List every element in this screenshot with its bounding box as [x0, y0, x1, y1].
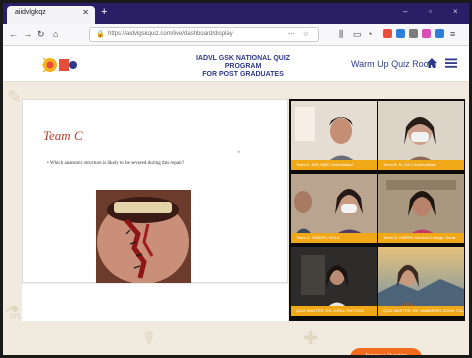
page-actions-icon[interactable]: ⋯ ☆	[288, 30, 312, 38]
cursor-icon: ⌖	[237, 150, 241, 156]
browser-titlebar: aiidvlgkqz ✕ + – ▫ ×	[3, 3, 469, 24]
ask-question-button[interactable]: Answer a Question	[350, 348, 422, 355]
home-icon[interactable]	[426, 57, 438, 69]
forward-arrow-icon[interactable]: →	[23, 29, 32, 39]
new-tab-button[interactable]: +	[101, 6, 107, 19]
browser-tab[interactable]: aiidvlgkqz ✕	[7, 6, 95, 24]
doodle-icon: ☤	[143, 328, 156, 348]
doodle-icon: ✎	[7, 87, 23, 107]
quiz-room-link[interactable]: Warm Up Quiz Room	[351, 59, 436, 69]
doodle-icon: ✚	[303, 328, 319, 348]
video-tile[interactable]: QUIZ MASTER: DR. AMBARISH GOHIL TOLANI	[378, 247, 464, 316]
lock-icon: 🔒	[96, 31, 105, 38]
video-tile[interactable]: Team A: NHL MMC Ahmedabad	[291, 101, 377, 170]
extension-icon-1[interactable]	[383, 29, 392, 38]
participant-label: QUIZ MASTER: DR. AMBARISH GOHIL TOLANI	[378, 306, 464, 316]
page-title-line1: IADVL GSK NATIONAL QUIZ PROGRAM	[195, 55, 291, 70]
hamburger-menu-icon[interactable]	[445, 57, 457, 69]
video-tile[interactable]: Team D: GMERS Medical College, Surat	[378, 174, 464, 243]
extension-icon-3[interactable]	[409, 29, 418, 38]
home-browser-icon[interactable]: ⌂	[53, 29, 58, 39]
site-header: IADVL GSK NATIONAL QUIZ PROGRAM FOR POST…	[3, 46, 469, 82]
back-arrow-icon[interactable]: ←	[9, 29, 18, 39]
participant-label: Team B: B.J.M.C Ahmedabad	[378, 160, 464, 170]
quiz-logo-icon	[42, 57, 77, 73]
extension-icon-2[interactable]	[396, 29, 405, 38]
participant-label: Team C: GMERS, SOLA	[291, 233, 377, 243]
reload-icon[interactable]: ↻	[37, 29, 45, 39]
browser-window: aiidvlgkqz ✕ + – ▫ × ← → ↻ ⌂ 🔒 https://a…	[0, 0, 472, 358]
participant-label: QUIZ MASTER: DR. DIPALI RATHOD	[291, 306, 377, 316]
video-tile[interactable]: Team B: B.J.M.C Ahmedabad	[378, 101, 464, 170]
shield-icon[interactable]: ◔	[367, 29, 372, 39]
extension-icon-5[interactable]	[435, 29, 444, 38]
extension-icon-4[interactable]	[422, 29, 431, 38]
participant-video-grid: Team A: NHL MMC Ahmedabad Team B: B.J.M.…	[289, 99, 465, 321]
participant-label: Team A: NHL MMC Ahmedabad	[291, 160, 377, 170]
close-window-button[interactable]: ×	[453, 7, 458, 16]
browser-menu-icon[interactable]: ≡	[450, 29, 455, 39]
participant-label: Team D: GMERS Medical College, Surat	[378, 233, 464, 243]
maximize-button[interactable]: ▫	[429, 7, 432, 16]
doodle-icon: ⚗	[5, 303, 22, 323]
page-title: IADVL GSK NATIONAL QUIZ PROGRAM FOR POST…	[178, 55, 308, 79]
library-icon[interactable]: ⫼	[339, 29, 343, 39]
browser-navbar: ← → ↻ ⌂ 🔒 https://aidvlgskquiz.com/live/…	[3, 24, 469, 46]
minimize-button[interactable]: –	[403, 7, 407, 16]
video-tile[interactable]: QUIZ MASTER: DR. DIPALI RATHOD	[291, 247, 377, 316]
reader-icon[interactable]: ▭	[353, 29, 362, 39]
tab-close-icon[interactable]: ✕	[82, 8, 89, 17]
url-text: https://aidvlgskquiz.com/live/dashboard/…	[108, 31, 233, 37]
video-tile[interactable]: Team C: GMERS, SOLA	[291, 174, 377, 243]
slide-footer	[22, 283, 288, 321]
clinical-photo	[96, 190, 191, 283]
slide-heading: Team C	[43, 128, 83, 143]
slide-question: • Which anatomic structure is likely to …	[47, 161, 185, 166]
main-content: ✎ ⚗ ☤ ✚ Team C • Which anatomic structur…	[3, 83, 469, 355]
page-title-line2: FOR POST GRADUATES	[202, 71, 284, 78]
tab-title: aiidvlgkqz	[15, 9, 46, 16]
address-bar[interactable]: 🔒 https://aidvlgskquiz.com/live/dashboar…	[89, 27, 319, 42]
question-slide: Team C • Which anatomic structure is lik…	[22, 99, 288, 283]
